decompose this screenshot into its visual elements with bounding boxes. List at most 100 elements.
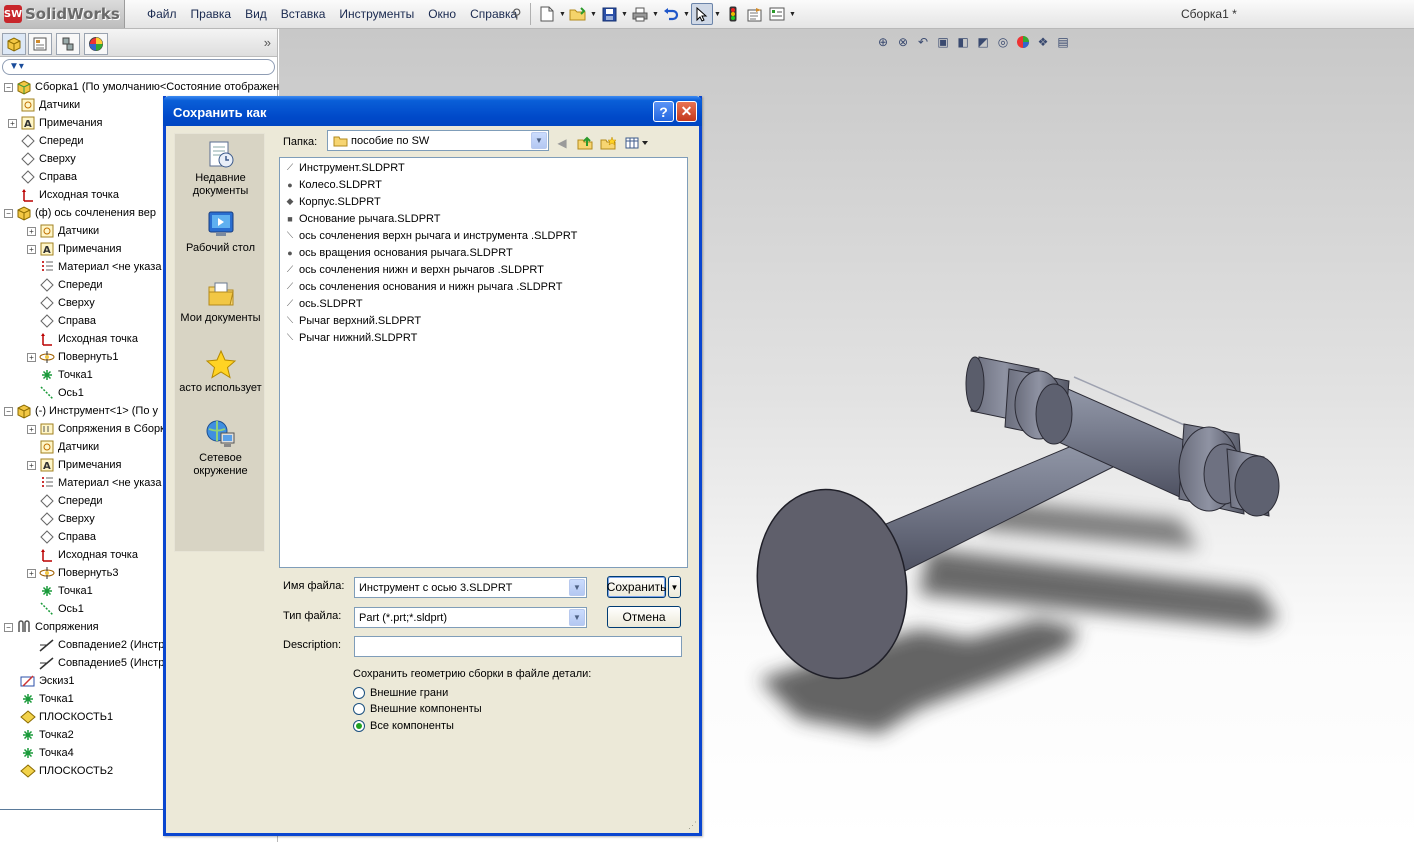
expand-icon[interactable]: +	[27, 244, 36, 254]
tree-item[interactable]: ПЛОСКОСТЬ2	[8, 762, 113, 780]
tree-item[interactable]: Сверху	[8, 150, 76, 168]
tree-item[interactable]: − (-) Инструмент<1> (По у	[4, 402, 158, 420]
tree-item[interactable]: Материал <не указа	[27, 474, 161, 492]
solidworks-logo[interactable]: SW SolidWorks	[0, 0, 125, 28]
tree-item[interactable]: Спереди	[27, 276, 103, 294]
tree-item[interactable]: + Повернуть1	[27, 348, 118, 366]
up-folder-icon[interactable]	[576, 134, 594, 152]
view-orientation-icon[interactable]: ◧	[954, 33, 972, 51]
help-button[interactable]: ?	[653, 101, 674, 122]
place-my-documents[interactable]: Мои документы	[175, 278, 266, 325]
chevron-down-icon[interactable]: ▼	[569, 579, 585, 596]
file-list-item[interactable]: ⟋ ось.SLDPRT	[284, 295, 363, 312]
save-button[interactable]: Сохранить	[607, 576, 666, 598]
dialog-title-bar[interactable]: Сохранить как	[163, 96, 702, 126]
scene-icon[interactable]: ❖	[1034, 33, 1052, 51]
display-manager-tab-icon[interactable]	[84, 33, 108, 55]
tree-item[interactable]: Точка2	[8, 726, 74, 744]
tree-item[interactable]: Ось1	[27, 384, 84, 402]
folder-select[interactable]: пособие по SW ▼	[327, 130, 549, 151]
tree-item[interactable]: + A Примечания	[27, 240, 122, 258]
tree-item[interactable]: − (ф) ось сочленения вер	[4, 204, 156, 222]
collapse-icon[interactable]: −	[4, 208, 13, 218]
previous-view-icon[interactable]: ↶	[914, 33, 932, 51]
file-list[interactable]: ⟋ Инструмент.SLDPRT ● Колесо.SLDPRT ◆ Корпус.…	[279, 157, 688, 568]
tree-item[interactable]: Совпадение5 (Инстр	[27, 654, 164, 672]
rebuild-icon[interactable]	[722, 3, 744, 25]
menu-view[interactable]: Вид	[238, 7, 274, 21]
appearance-icon[interactable]	[1014, 33, 1032, 51]
tree-item[interactable]: + A Примечания	[27, 456, 122, 474]
save-options-dropdown-icon[interactable]: ▼	[668, 576, 681, 598]
tree-item[interactable]: Исходная точка	[27, 330, 138, 348]
radio-button-selected[interactable]	[353, 720, 365, 732]
radio-external-components[interactable]: Внешние компоненты	[353, 703, 482, 715]
filename-input[interactable]: Инструмент с осью 3.SLDPRT ▼	[354, 577, 587, 598]
open-dropdown-icon[interactable]: ▼	[589, 11, 598, 18]
property-manager-tab-icon[interactable]	[28, 33, 52, 55]
place-favorites[interactable]: асто использует	[175, 348, 266, 395]
file-list-item[interactable]: ⟍ ось сочленения верхн рычага и инструмен…	[284, 227, 577, 244]
file-list-item[interactable]: ⟍ Рычаг верхний.SLDPRT	[284, 312, 421, 329]
resize-grip-icon[interactable]: ⋰	[688, 820, 697, 831]
expand-icon[interactable]: +	[27, 568, 36, 578]
menu-insert[interactable]: Вставка	[274, 7, 333, 21]
tree-item[interactable]: Справа	[27, 312, 96, 330]
new-icon[interactable]	[536, 3, 558, 25]
tree-item[interactable]: Справа	[27, 528, 96, 546]
tree-item[interactable]: Совпадение2 (Инстр	[27, 636, 164, 654]
tree-filter-input[interactable]: ▼▾	[2, 59, 275, 75]
back-icon[interactable]: ◀	[553, 134, 571, 152]
place-recent-documents[interactable]: Недавние документы	[175, 138, 266, 198]
tree-item[interactable]: Ось1	[27, 600, 84, 618]
radio-external-faces[interactable]: Внешние грани	[353, 687, 448, 699]
place-network[interactable]: Сетевое окружение	[175, 418, 266, 478]
tree-item[interactable]: Справа	[8, 168, 77, 186]
customize-icon[interactable]	[766, 3, 788, 25]
view-settings-icon[interactable]: ▤	[1054, 33, 1072, 51]
file-list-item[interactable]: ⟍ Рычаг нижний.SLDPRT	[284, 329, 418, 346]
collapse-icon[interactable]: −	[4, 82, 13, 92]
view-menu-icon[interactable]	[624, 134, 650, 152]
menu-window[interactable]: Окно	[421, 7, 463, 21]
tree-item[interactable]: Точка1	[27, 582, 93, 600]
radio-button[interactable]	[353, 687, 365, 699]
new-dropdown-icon[interactable]: ▼	[558, 11, 567, 18]
tree-item[interactable]: Точка1	[8, 690, 74, 708]
tree-item[interactable]: + Повернуть3	[27, 564, 118, 582]
tree-item[interactable]: Точка4	[8, 744, 74, 762]
zoom-area-icon[interactable]: ⊗	[894, 33, 912, 51]
new-folder-icon[interactable]	[599, 134, 617, 152]
configuration-manager-tab-icon[interactable]	[56, 33, 80, 55]
display-style-icon[interactable]: ◩	[974, 33, 992, 51]
pin-menu-icon[interactable]: ⚲	[512, 6, 522, 22]
save-icon[interactable]	[598, 3, 620, 25]
zoom-to-fit-icon[interactable]: ⊕	[874, 33, 892, 51]
tree-item[interactable]: Датчики	[8, 96, 80, 114]
chevron-down-icon[interactable]: ▼	[531, 132, 547, 149]
tree-item[interactable]: Эскиз1	[8, 672, 75, 690]
tree-item[interactable]: ПЛОСКОСТЬ1	[8, 708, 113, 726]
radio-all-components[interactable]: Все компоненты	[353, 720, 454, 732]
chevron-down-icon[interactable]: ▼	[569, 609, 585, 626]
select-dropdown-icon[interactable]: ▼	[713, 11, 722, 18]
file-list-item[interactable]: ⟋ ось сочленения основания и нижн рычага …	[284, 278, 563, 295]
cancel-button[interactable]: Отмена	[607, 606, 681, 628]
tree-item[interactable]: − Сопряжения	[4, 618, 99, 636]
hide-show-icon[interactable]: ◎	[994, 33, 1012, 51]
tree-item[interactable]: Датчики	[27, 438, 99, 456]
close-button[interactable]: ✕	[676, 101, 697, 122]
customize-dropdown-icon[interactable]: ▼	[788, 11, 797, 18]
tree-item[interactable]: Сверху	[27, 510, 95, 528]
open-icon[interactable]	[567, 3, 589, 25]
collapse-icon[interactable]: −	[4, 406, 13, 416]
place-desktop[interactable]: Рабочий стол	[175, 208, 266, 255]
file-list-item[interactable]: ⟋ Инструмент.SLDPRT	[284, 159, 405, 176]
feature-manager-tab-icon[interactable]	[2, 33, 26, 55]
filetype-select[interactable]: Part (*.prt;*.sldprt) ▼	[354, 607, 587, 628]
file-list-item[interactable]: ■ Основание рычага.SLDPRT	[284, 210, 440, 227]
print-icon[interactable]	[629, 3, 651, 25]
tree-item[interactable]: − Сборка1 (По умолчанию<Состояние отображ…	[4, 78, 285, 96]
menu-file[interactable]: Файл	[140, 7, 184, 21]
tree-item[interactable]: Спереди	[8, 132, 84, 150]
